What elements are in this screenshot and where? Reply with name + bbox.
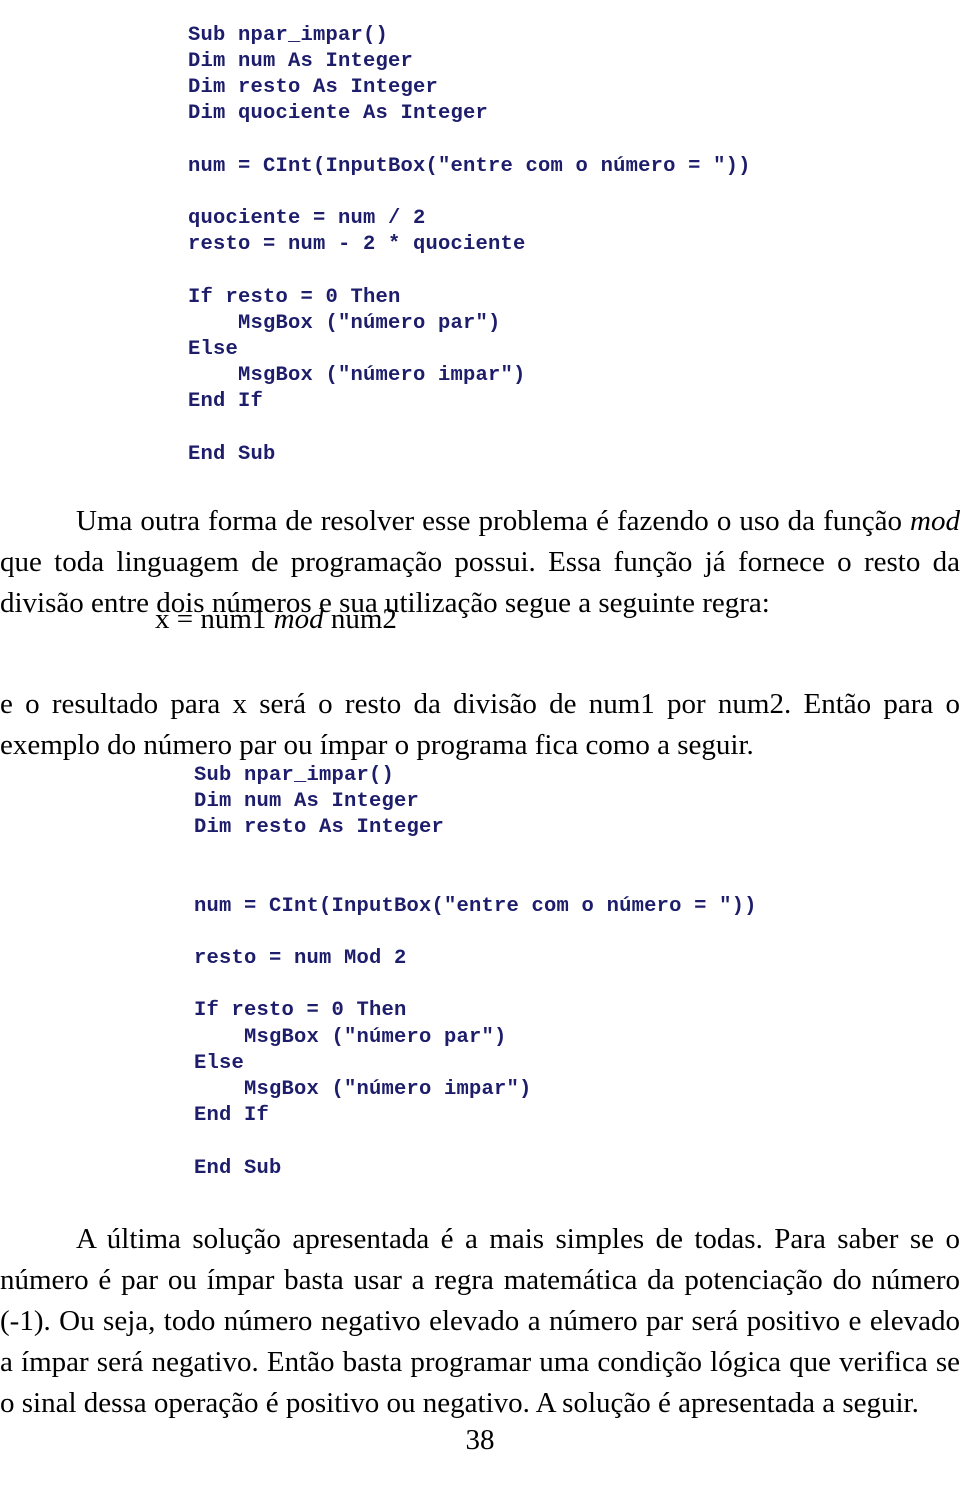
- code-line: Dim quociente As Integer: [188, 102, 489, 126]
- code-line: num = CInt(InputBox("entre com o número …: [188, 154, 751, 178]
- paragraph-final-text: A última solução apresentada é a mais si…: [0, 1223, 960, 1419]
- paragraph-text-part2: que toda linguagem de programação possui…: [0, 546, 960, 619]
- code-line: Dim num As Integer: [188, 49, 414, 73]
- code-line: MsgBox ("número impar"): [188, 364, 526, 388]
- code-line: Dim num As Integer: [194, 789, 420, 813]
- code-line: If resto = 0 Then: [194, 999, 407, 1023]
- code-line: num = CInt(InputBox("entre com o número …: [194, 894, 757, 918]
- code-line: MsgBox ("número impar"): [194, 1077, 532, 1101]
- code-line: resto = num - 2 * quociente: [188, 233, 526, 257]
- code-line: End If: [188, 390, 264, 414]
- formula-mod-expression: x = num1 mod num2: [155, 600, 397, 638]
- code-line: Sub npar_impar(): [194, 763, 395, 787]
- code-line: End Sub: [188, 442, 276, 466]
- paragraph-text-part1: Uma outra forma de resolver esse problem…: [76, 505, 911, 537]
- code-line: Dim resto As Integer: [194, 815, 445, 839]
- code-line: End If: [194, 1104, 270, 1128]
- formula-suffix: num2: [323, 603, 397, 635]
- document-page: Sub npar_impar() Dim num As Integer Dim re…: [0, 0, 960, 1486]
- code-listing-mod: Sub npar_impar() Dim num As Integer Dim re…: [194, 763, 757, 1182]
- code-line: MsgBox ("número par"): [194, 1025, 507, 1049]
- page-number: 38: [465, 1424, 495, 1456]
- code-line: Else: [188, 337, 239, 361]
- formula-operator-mod: mod: [273, 603, 324, 635]
- code-line: Sub npar_impar(): [188, 23, 389, 47]
- code-line: quociente = num / 2: [188, 206, 426, 230]
- code-line: MsgBox ("número par"): [188, 311, 501, 335]
- code-line: Else: [194, 1051, 245, 1075]
- formula-prefix: x = num1: [155, 603, 274, 635]
- code-line: resto = num Mod 2: [194, 946, 407, 970]
- paragraph-final-solution: A última solução apresentada é a mais si…: [0, 1219, 960, 1424]
- emphasis-mod: mod: [910, 505, 960, 537]
- code-line: Dim resto As Integer: [188, 75, 439, 99]
- paragraph-resultado: e o resultado para x será o resto da div…: [0, 688, 960, 761]
- paragraph-mod-intro: Uma outra forma de resolver esse problem…: [0, 501, 960, 624]
- code-line: If resto = 0 Then: [188, 285, 401, 309]
- code-listing-quociente: Sub npar_impar() Dim num As Integer Dim re…: [188, 23, 751, 468]
- code-line: End Sub: [194, 1156, 282, 1180]
